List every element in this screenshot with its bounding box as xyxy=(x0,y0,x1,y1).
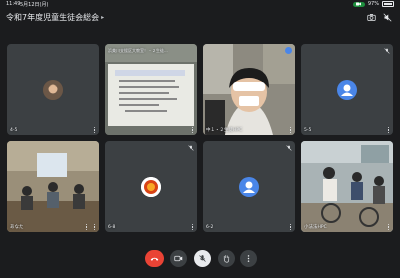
participant-tile[interactable]: 4-5 xyxy=(7,44,99,135)
audio-level-indicator xyxy=(285,47,292,54)
meeting-title: 令和7年度児童生徒会総会 xyxy=(6,13,100,22)
participant-tile[interactable]: 浜美川支援区大教室！・２生徒... xyxy=(105,44,197,135)
more-vert-icon[interactable] xyxy=(288,127,293,133)
speaker-mute-icon xyxy=(383,13,392,22)
more-vert-icon[interactable] xyxy=(92,224,97,230)
self-view-tile[interactable]: あなた xyxy=(7,141,99,232)
mic-muted-icon xyxy=(187,144,194,151)
mic-muted-icon xyxy=(383,47,390,54)
participant-tile[interactable]: 小法法HPC xyxy=(301,141,393,232)
more-options-button[interactable] xyxy=(240,250,257,267)
call-controls xyxy=(0,246,400,272)
raise-hand-icon xyxy=(223,255,230,263)
mic-muted-icon xyxy=(285,144,292,151)
avatar xyxy=(337,80,357,100)
video-camera-icon xyxy=(174,255,183,262)
video-feed xyxy=(301,141,393,232)
participant-name: 4-5 xyxy=(10,128,18,133)
video-feed xyxy=(7,141,99,232)
speaker-mute-button[interactable] xyxy=(382,12,393,23)
participant-tile[interactable]: 5-5 xyxy=(301,44,393,135)
participant-tile[interactable]: 6-8 xyxy=(105,141,197,232)
status-right: 97% xyxy=(352,1,394,7)
more-vert-icon[interactable] xyxy=(386,224,391,230)
participant-name: あなた xyxy=(10,225,24,230)
battery-icon xyxy=(382,1,394,7)
more-vert-icon[interactable] xyxy=(92,127,97,133)
more-vert-icon xyxy=(247,255,250,262)
more-vert-icon[interactable] xyxy=(190,224,195,230)
more-vert-icon[interactable] xyxy=(190,127,195,133)
participant-name: 中１・２生徒HPC xyxy=(206,128,243,133)
video-camera-icon xyxy=(356,2,362,6)
mic-muted-icon xyxy=(199,255,206,262)
video-feed xyxy=(203,44,295,135)
participant-name: 浜美川支援区大教室！・２生徒... xyxy=(108,48,168,53)
raise-hand-button[interactable] xyxy=(218,250,235,267)
participant-name: 小法法HPC xyxy=(304,225,327,230)
profile-photo xyxy=(43,80,63,100)
participant-tile[interactable]: 中１・２生徒HPC xyxy=(203,44,295,135)
person-icon xyxy=(341,84,353,96)
flip-camera-icon[interactable] xyxy=(84,224,89,230)
profile-emblem xyxy=(141,177,161,197)
meeting-header: 令和7年度児童生徒会総会 ▸ xyxy=(0,9,400,27)
mic-toggle-button[interactable] xyxy=(194,250,211,267)
avatar xyxy=(239,177,259,197)
video-feed xyxy=(105,44,197,135)
end-call-icon xyxy=(150,257,159,261)
participant-name: 5-5 xyxy=(304,128,312,133)
avatar xyxy=(43,80,63,100)
more-vert-icon[interactable] xyxy=(288,224,293,230)
flip-camera-button[interactable] xyxy=(366,12,377,23)
battery-percent: 97% xyxy=(367,1,379,7)
participant-tile[interactable]: 6-2 xyxy=(203,141,295,232)
status-time: 11:49 xyxy=(6,1,21,7)
avatar xyxy=(141,177,161,197)
status-bar: 11:49 5月12日(月) 97% xyxy=(0,0,400,8)
chevron-right-icon: ▸ xyxy=(101,14,105,21)
flip-camera-icon xyxy=(367,14,376,21)
camera-toggle-button[interactable] xyxy=(170,250,187,267)
participant-name: 6-2 xyxy=(206,225,214,230)
meeting-title-button[interactable]: 令和7年度児童生徒会総会 ▸ xyxy=(6,12,104,23)
camera-in-use-indicator xyxy=(352,1,365,7)
more-vert-icon[interactable] xyxy=(386,127,391,133)
person-icon xyxy=(243,181,255,193)
end-call-button[interactable] xyxy=(145,250,164,267)
participant-name: 6-8 xyxy=(108,225,116,230)
status-date: 5月12日(月) xyxy=(20,2,49,8)
